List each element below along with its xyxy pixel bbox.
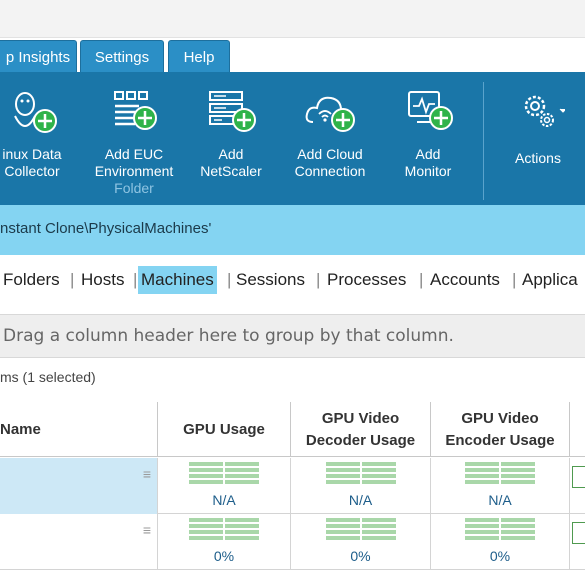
add-monitor-button[interactable]: Add Monitor	[392, 88, 464, 180]
cell-value: 0%	[213, 548, 235, 564]
linux-collector-add-icon	[5, 88, 59, 138]
tab-separator: |	[227, 270, 232, 289]
actions-button[interactable]: Actions	[498, 88, 578, 167]
tab-separator: |	[70, 270, 75, 289]
grid-header: Name GPU Usage GPU Video Decoder Usage G…	[0, 402, 585, 457]
tab-machines[interactable]: Machines	[138, 266, 217, 294]
table-row[interactable]: ≡ 0% 0% 0%	[0, 514, 585, 570]
tab-separator: |	[133, 270, 138, 289]
tab-help[interactable]: Help	[168, 40, 230, 73]
tab-label: p Insights	[5, 48, 71, 66]
tab-insights[interactable]: p Insights	[0, 40, 77, 73]
add-cloud-connection-button[interactable]: Add Cloud Connection	[286, 88, 374, 180]
cell-value: N/A	[212, 492, 236, 508]
add-netscaler-button[interactable]: Add NetScaler	[192, 88, 270, 180]
cell-value: N/A	[348, 492, 373, 508]
tab-processes[interactable]: Processes	[327, 270, 406, 290]
header-label: GPU Video Decoder Usage	[305, 409, 416, 449]
gpu-encoder-cell: 0%	[431, 514, 570, 570]
column-header-name[interactable]: Name	[0, 402, 158, 457]
title-strip	[0, 0, 585, 38]
tab-label: Settings	[94, 48, 150, 66]
gpu-usage-cell: N/A	[158, 458, 291, 514]
cloud-connection-add-icon	[303, 88, 357, 138]
add-euc-environment-button[interactable]: Add EUC Environment Folder	[86, 88, 182, 197]
sparkline-chart	[325, 518, 396, 544]
netscaler-add-icon	[204, 88, 258, 138]
ribbon-sublabel: Folder	[114, 180, 154, 196]
breadcrumb: nstant Clone\PhysicalMachines'	[0, 205, 585, 255]
view-tabs: Folders | Hosts | Machines | Sessions | …	[0, 262, 585, 300]
ribbon-label: Add NetScaler	[200, 146, 262, 179]
ribbon-label: inux Data Collector	[2, 146, 62, 179]
tab-settings[interactable]: Settings	[80, 40, 164, 73]
tab-applications[interactable]: Applica	[522, 270, 578, 290]
add-linux-collector-button[interactable]: inux Data Collector	[0, 88, 72, 180]
column-header-gpu-decoder[interactable]: GPU Video Decoder Usage	[291, 402, 431, 457]
gpu-decoder-cell: N/A	[291, 458, 431, 514]
ribbon-label: Add EUC Environment	[94, 146, 174, 179]
tab-label: Help	[183, 48, 215, 66]
group-by-hint: Drag a column header here to group by th…	[3, 326, 454, 346]
cell-value: 0%	[489, 548, 511, 564]
cell-value: N/A	[488, 492, 512, 508]
header-label: Name	[0, 420, 41, 438]
sparkline-chart	[189, 518, 259, 544]
tab-separator: |	[316, 270, 321, 289]
header-label: GPU Video Encoder Usage	[445, 409, 555, 449]
gears-icon	[511, 88, 567, 138]
mini-chart	[572, 466, 585, 488]
sparkline-chart	[189, 462, 259, 488]
mini-chart	[572, 522, 585, 544]
ribbon-divider	[483, 82, 484, 200]
tab-folders[interactable]: Folders	[3, 270, 60, 290]
table-row[interactable]: ≡ N/A N/A N/A	[0, 458, 585, 514]
machine-name-cell[interactable]: ≡	[0, 458, 158, 514]
gpu-usage-cell: 0%	[158, 514, 291, 570]
gpu-encoder-cell: N/A	[431, 458, 570, 514]
next-column-cell	[572, 458, 585, 514]
sparkline-chart	[325, 462, 396, 488]
tab-hosts[interactable]: Hosts	[81, 270, 124, 290]
gpu-decoder-cell: 0%	[291, 514, 431, 570]
tab-separator: |	[419, 270, 424, 289]
machine-name-cell[interactable]: ≡	[0, 514, 158, 570]
tab-sessions[interactable]: Sessions	[236, 270, 305, 290]
euc-environment-add-icon	[107, 88, 161, 138]
ribbon-label: Add Cloud Connection	[294, 146, 366, 179]
tab-accounts[interactable]: Accounts	[430, 270, 500, 290]
item-count: ms (1 selected)	[0, 369, 96, 385]
breadcrumb-path: nstant Clone\PhysicalMachines'	[0, 220, 212, 237]
group-by-panel[interactable]: Drag a column header here to group by th…	[0, 314, 585, 358]
row-menu-icon[interactable]: ≡	[143, 522, 151, 538]
ribbon-label: Add Monitor	[404, 146, 452, 179]
ribbon-label: Actions	[515, 150, 561, 166]
tab-separator: |	[512, 270, 517, 289]
header-label: GPU Usage	[183, 420, 265, 438]
sparkline-chart	[465, 518, 535, 544]
column-header-gpu-encoder[interactable]: GPU Video Encoder Usage	[431, 402, 570, 457]
row-menu-icon[interactable]: ≡	[143, 466, 151, 482]
ribbon-toolbar: inux Data Collector Add EUC Environment …	[0, 72, 585, 205]
monitor-add-icon	[401, 88, 455, 138]
column-header-gpu-usage[interactable]: GPU Usage	[158, 402, 291, 457]
sparkline-chart	[465, 462, 535, 488]
cell-value: 0%	[350, 548, 371, 564]
next-column-cell	[572, 514, 585, 570]
